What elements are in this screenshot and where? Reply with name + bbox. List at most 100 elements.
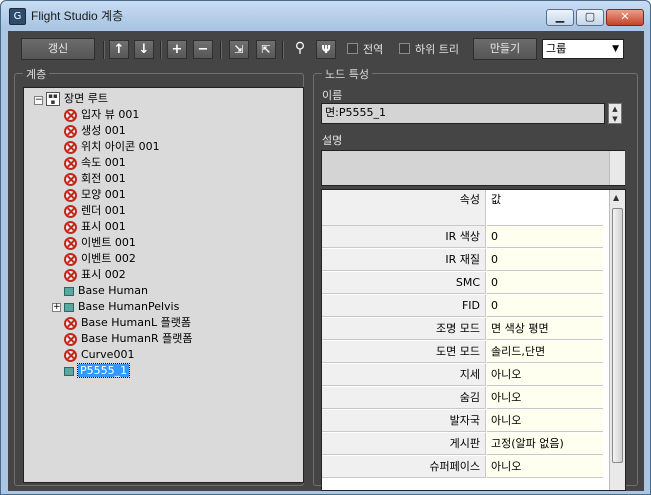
expand-icon[interactable]: + bbox=[52, 303, 61, 312]
move-down-icon[interactable]: ↓ bbox=[134, 40, 154, 59]
property-row[interactable]: 도면 모드 솔리드,단면 bbox=[322, 341, 604, 364]
tree-item[interactable]: Base HumanR 플랫폼 bbox=[64, 331, 192, 347]
property-row[interactable]: 게시판 고정(알파 없음) bbox=[322, 433, 604, 456]
tree-item-label: 속도 001 bbox=[81, 156, 126, 169]
refresh-button[interactable]: 갱신 bbox=[21, 38, 95, 60]
scroll-up-icon[interactable]: ▲ bbox=[613, 193, 619, 202]
tree-item[interactable]: 입자 뷰 001 bbox=[64, 107, 139, 123]
tree-item-label: Curve001 bbox=[81, 348, 135, 361]
root-collapse-icon[interactable]: − bbox=[34, 96, 43, 105]
tree-item[interactable]: 속도 001 bbox=[64, 155, 126, 171]
tree-item-label: 생성 001 bbox=[81, 124, 126, 137]
title-bar[interactable]: G Flight Studio 계층 ▁ ▢ ✕ bbox=[1, 1, 650, 29]
hierarchy-root-icon: ▪▪ ▪ bbox=[46, 92, 60, 106]
minimize-button[interactable]: ▁ bbox=[546, 9, 574, 26]
tree-item-label: 이벤트 001 bbox=[81, 236, 136, 249]
name-spinner[interactable]: ▲ ▼ bbox=[608, 103, 622, 124]
error-node-icon bbox=[64, 204, 77, 218]
property-row[interactable]: FID 0 bbox=[322, 295, 604, 318]
tree-item[interactable]: Base HumanPelvis bbox=[64, 299, 179, 315]
remove-icon[interactable]: − bbox=[193, 40, 213, 59]
property-name: 도면 모드 bbox=[322, 341, 486, 363]
app-window: G Flight Studio 계층 ▁ ▢ ✕ 갱신 ↑ ↓ + − ⇲ ⇱ … bbox=[0, 0, 651, 495]
error-node-icon bbox=[64, 252, 77, 266]
property-value[interactable]: 0 bbox=[487, 249, 603, 271]
property-value[interactable]: 면 색상 평면 bbox=[487, 318, 603, 340]
description-scrollbar[interactable] bbox=[609, 151, 625, 185]
property-name: 지세 bbox=[322, 364, 486, 386]
property-value[interactable]: 고정(알파 없음) bbox=[487, 433, 603, 455]
property-value[interactable]: 0 bbox=[487, 295, 603, 317]
tree-item[interactable]: P5555_1 bbox=[64, 363, 131, 379]
error-node-icon bbox=[64, 140, 77, 154]
property-row[interactable]: 발자국 아니오 bbox=[322, 410, 604, 433]
hierarchy-group-label: 계층 bbox=[23, 66, 50, 82]
property-name: 게시판 bbox=[322, 433, 486, 455]
tree-item[interactable]: Base Human bbox=[64, 283, 148, 299]
property-value[interactable]: 아니오 bbox=[487, 364, 603, 386]
filter-icon[interactable]: Ψ bbox=[316, 40, 336, 59]
tree-item-label: 위치 아이콘 001 bbox=[81, 140, 160, 153]
property-row[interactable]: 조명 모드 면 색상 평면 bbox=[322, 318, 604, 341]
description-field[interactable] bbox=[321, 150, 625, 186]
property-value[interactable]: 아니오 bbox=[487, 410, 603, 432]
property-value[interactable]: 0 bbox=[487, 272, 603, 294]
move-up-icon[interactable]: ↑ bbox=[109, 40, 129, 59]
mesh-node-icon bbox=[64, 286, 74, 296]
error-node-icon bbox=[64, 124, 77, 138]
tree-item[interactable]: 이벤트 002 bbox=[64, 251, 136, 267]
tree-item-label: 이벤트 002 bbox=[81, 252, 136, 265]
properties-scroll-thumb[interactable] bbox=[612, 208, 623, 463]
property-value[interactable]: 아니오 bbox=[487, 456, 603, 478]
tree-item[interactable]: 위치 아이콘 001 bbox=[64, 139, 160, 155]
error-node-icon bbox=[64, 348, 77, 362]
tree-item[interactable]: 생성 001 bbox=[64, 123, 126, 139]
hierarchy-tree[interactable]: − ▪▪ ▪ 장면 루트 입자 뷰 001 생성 001 위치 아이콘 001 속도 00… bbox=[23, 87, 304, 483]
property-value[interactable]: 솔리드,단면 bbox=[487, 341, 603, 363]
close-button[interactable]: ✕ bbox=[606, 9, 644, 26]
tree-item[interactable]: 렌더 001 bbox=[64, 203, 126, 219]
tree-item[interactable]: 모양 001 bbox=[64, 187, 126, 203]
create-button[interactable]: 만들기 bbox=[473, 38, 537, 60]
tree-root[interactable]: ▪▪ ▪ 장면 루트 bbox=[46, 91, 108, 107]
error-node-icon bbox=[64, 108, 77, 122]
property-row[interactable]: IR 재질 0 bbox=[322, 249, 604, 272]
select-up-icon[interactable]: ⇱ bbox=[256, 40, 276, 59]
header-property: 속성 bbox=[322, 190, 486, 226]
tree-item[interactable]: 회전 001 bbox=[64, 171, 126, 187]
property-name: SMC bbox=[322, 272, 486, 294]
tree-item[interactable]: 표시 002 bbox=[64, 267, 126, 283]
node-props-group-label: 노드 특성 bbox=[322, 66, 372, 82]
property-name: 숨김 bbox=[322, 387, 486, 409]
group-select[interactable]: 그룹 ▼ bbox=[542, 39, 624, 59]
tree-item-label: 표시 002 bbox=[81, 268, 126, 281]
client-area: 갱신 ↑ ↓ + − ⇲ ⇱ ⚲ Ψ 전역 하위 트리 만들기 그룹 ▼ 계층 … bbox=[8, 31, 644, 491]
tree-item[interactable]: 표시 001 bbox=[64, 219, 126, 235]
error-node-icon bbox=[64, 316, 77, 330]
tree-item[interactable]: Base HumanL 플랫폼 bbox=[64, 315, 191, 331]
property-row[interactable]: 숨김 아니오 bbox=[322, 387, 604, 410]
property-row[interactable]: 슈퍼페이스 아니오 bbox=[322, 456, 604, 479]
property-row[interactable]: 지세 아니오 bbox=[322, 364, 604, 387]
subtree-checkbox[interactable] bbox=[399, 43, 410, 54]
find-binoculars-icon[interactable]: ⚲ bbox=[290, 40, 310, 59]
select-down-icon[interactable]: ⇲ bbox=[229, 40, 249, 59]
property-value[interactable]: 0 bbox=[487, 226, 603, 248]
error-node-icon bbox=[64, 332, 77, 346]
property-value[interactable]: 아니오 bbox=[487, 387, 603, 409]
name-field[interactable]: 면:P5555_1 bbox=[321, 103, 605, 124]
error-node-icon bbox=[64, 236, 77, 250]
property-row[interactable]: IR 색상 0 bbox=[322, 226, 604, 249]
maximize-button[interactable]: ▢ bbox=[576, 9, 604, 26]
tree-item-label: 회전 001 bbox=[81, 172, 126, 185]
add-icon[interactable]: + bbox=[167, 40, 187, 59]
properties-grid[interactable]: 속성 값 IR 색상 0 IR 재질 0 SMC 0 FID 0 조명 모드 면 색상 평면 도면 … bbox=[321, 189, 626, 491]
property-row[interactable]: SMC 0 bbox=[322, 272, 604, 295]
tree-item[interactable]: Curve001 bbox=[64, 347, 134, 363]
property-name: 조명 모드 bbox=[322, 318, 486, 340]
toolbar-separator bbox=[103, 41, 105, 59]
tree-item[interactable]: 이벤트 001 bbox=[64, 235, 136, 251]
global-checkbox[interactable] bbox=[347, 43, 358, 54]
properties-scrollbar[interactable]: ▲ bbox=[609, 190, 625, 490]
tree-item-label: Base HumanR 플랫폼 bbox=[81, 332, 193, 345]
